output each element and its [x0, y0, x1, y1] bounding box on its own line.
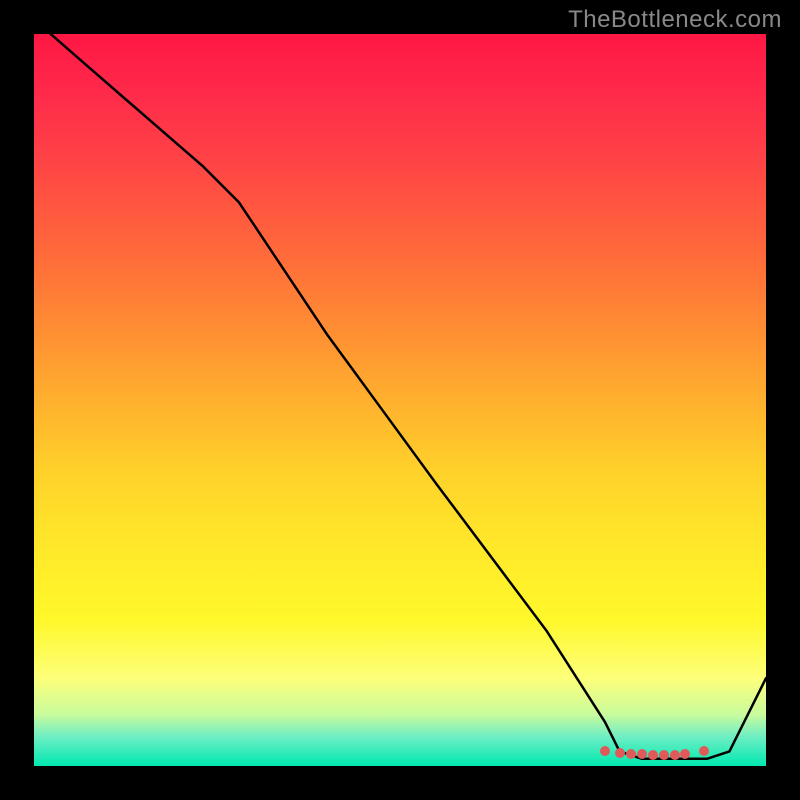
data-marker: [659, 750, 669, 760]
chart-container: TheBottleneck.com: [0, 0, 800, 800]
data-marker: [670, 750, 680, 760]
data-marker: [615, 748, 625, 758]
data-marker: [680, 749, 690, 759]
watermark-text: TheBottleneck.com: [568, 6, 782, 34]
marker-group: [34, 34, 766, 766]
data-marker: [600, 746, 610, 756]
data-marker: [637, 749, 647, 759]
data-marker: [648, 750, 658, 760]
data-marker: [626, 749, 636, 759]
plot-area: [34, 34, 766, 766]
data-marker: [699, 746, 709, 756]
